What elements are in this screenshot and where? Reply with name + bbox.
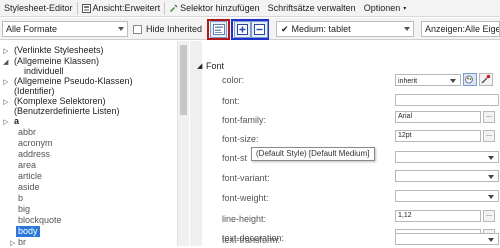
view-filter-combo[interactable]: Anzeigen:Alle Eigensc xyxy=(421,21,500,37)
font-style-select[interactable] xyxy=(395,151,499,163)
eyedropper-icon xyxy=(481,74,491,84)
medium-check-icon: ✔ xyxy=(281,23,289,34)
font-family-input[interactable]: Arial xyxy=(395,111,481,123)
properties-gutter xyxy=(190,41,202,246)
format-combo[interactable]: Alle Formate xyxy=(2,21,128,37)
line-height-input[interactable]: 1,12 xyxy=(395,210,481,222)
menu-options[interactable]: Optionen ▾ xyxy=(360,0,411,17)
tree-item[interactable]: address xyxy=(18,149,50,160)
tree-item[interactable]: blockquote xyxy=(18,215,62,226)
menu-view-advanced[interactable]: Ansicht:Erweitert xyxy=(78,0,165,17)
tooltip: (Default Style) [Default Medium] xyxy=(251,147,375,161)
tree-item[interactable]: article xyxy=(18,171,42,182)
hide-inherited-checkbox[interactable] xyxy=(133,24,142,34)
prop-font-weight-label: font-weight: xyxy=(222,193,269,203)
chevron-down-icon xyxy=(404,27,410,31)
line-height-more-button[interactable]: ... xyxy=(483,210,495,222)
tree-item-selected[interactable]: body xyxy=(16,226,40,237)
font-size-more-button[interactable]: ... xyxy=(483,130,495,142)
chevron-down-icon xyxy=(488,195,494,199)
font-weight-select[interactable] xyxy=(395,190,499,202)
color-picker-button[interactable] xyxy=(463,73,477,86)
collapse-arrow-icon[interactable]: ◢ xyxy=(3,58,8,66)
prop-line-height-label: line-height: xyxy=(222,214,267,224)
medium-combo[interactable]: ✔ Medium: tablet xyxy=(276,21,414,37)
hide-inherited-toggle[interactable]: Hide Inherited xyxy=(133,21,202,37)
prop-font-style-label: font-st xyxy=(222,153,248,163)
font-family-more-button[interactable]: ... xyxy=(483,111,495,123)
font-variant-select[interactable] xyxy=(395,170,499,182)
expand-arrow-icon[interactable]: ▷ xyxy=(3,98,8,106)
tree-item[interactable]: br xyxy=(18,237,26,248)
remove-rule-button[interactable] xyxy=(251,21,268,38)
color-select[interactable]: inherit xyxy=(395,74,461,86)
chevron-down-icon xyxy=(118,27,124,31)
prop-text-transform-label: text-transform: xyxy=(222,235,281,245)
eyedropper-button[interactable] xyxy=(479,73,493,86)
expand-arrow-icon[interactable]: ▷ xyxy=(3,78,8,86)
prop-font-variant-label: font-variant: xyxy=(222,173,270,183)
font-size-input[interactable]: 12pt xyxy=(395,130,481,142)
tree-item[interactable]: a xyxy=(14,116,19,127)
tree-item[interactable]: area xyxy=(18,160,36,171)
prop-color-label: color: xyxy=(222,75,245,85)
menu-add-selector[interactable]: Selektor hinzufügen xyxy=(165,0,264,17)
chevron-down-icon xyxy=(488,156,494,160)
tree-scrollbar-thumb[interactable] xyxy=(180,45,187,115)
menu-stylesheet-editor[interactable]: Stylesheet-Editor xyxy=(0,0,77,17)
tree-item[interactable]: (Benutzerdefinierte Listen) xyxy=(14,106,120,117)
collapse-arrow-icon[interactable]: ◢ xyxy=(197,62,202,70)
properties-pane: ◢ Font color: inherit font: font-family:… xyxy=(190,41,500,246)
prop-font-label: font: xyxy=(222,96,240,106)
expand-arrow-icon[interactable]: ▷ xyxy=(3,47,8,55)
add-rule-button[interactable] xyxy=(234,21,251,38)
toolbar: Alle Formate Hide Inherited ✔ Medium: ta… xyxy=(0,18,500,40)
hide-inherited-label: Hide Inherited xyxy=(146,24,203,34)
add-selector-icon xyxy=(170,3,178,12)
tree-item[interactable]: big xyxy=(18,204,30,215)
expand-arrow-icon[interactable]: ▷ xyxy=(3,118,8,126)
text-transform-select[interactable] xyxy=(395,233,499,245)
font-input[interactable] xyxy=(395,94,499,106)
remove-rule-icon xyxy=(254,24,265,35)
palette-icon xyxy=(465,75,473,84)
chevron-down-icon xyxy=(450,79,456,83)
tree-scrollbar[interactable] xyxy=(177,41,189,246)
section-font: Font xyxy=(206,61,225,71)
prop-font-size-label: font-size: xyxy=(222,134,259,144)
tree-item[interactable]: abbr xyxy=(18,127,36,138)
style-preview-button[interactable] xyxy=(210,21,227,38)
menu-manage-fontsets[interactable]: Schriftsätze verwalten xyxy=(264,0,360,17)
tree-item[interactable]: aside xyxy=(18,182,40,193)
selector-tree-pane: ▷ (Verlinkte Stylesheets) ◢ (Allgemeine … xyxy=(0,41,189,248)
tree-item[interactable]: (Verlinkte Stylesheets) xyxy=(14,45,104,56)
chevron-down-icon: ▾ xyxy=(403,5,407,12)
tree-item[interactable]: b xyxy=(18,193,23,204)
style-sheet-icon xyxy=(212,24,225,35)
tree-item[interactable]: acronym xyxy=(18,138,53,149)
menu-bar: Stylesheet-Editor Ansicht:Erweitert Sele… xyxy=(0,0,500,17)
chevron-down-icon xyxy=(488,238,494,242)
add-rule-icon xyxy=(237,24,248,35)
view-icon xyxy=(81,3,91,13)
prop-font-family-label: font-family: xyxy=(222,115,267,125)
chevron-down-icon xyxy=(488,175,494,179)
